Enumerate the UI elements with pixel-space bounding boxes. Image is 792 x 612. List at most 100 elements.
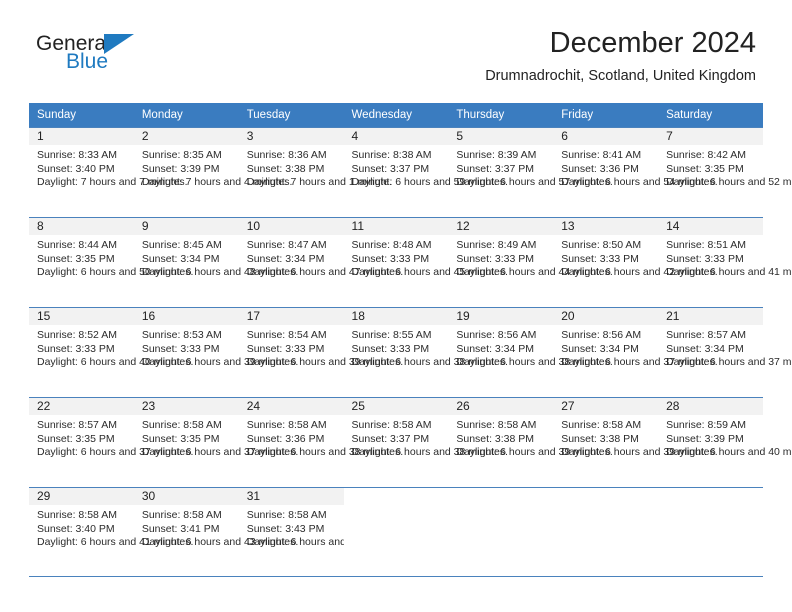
day-number: 15 [29,308,134,325]
calendar-day-cell[interactable]: 14 Sunrise: 8:51 AM Sunset: 3:33 PM Dayligh… [658,217,792,307]
calendar-day-cell[interactable]: 5 Sunrise: 8:39 AM Sunset: 3:37 PM Daylight… [448,127,613,217]
calendar-day-cell[interactable]: 18 Sunrise: 8:55 AM Sunset: 3:33 PM Dayligh… [343,307,508,397]
calendar-day-cell[interactable]: 15 Sunrise: 8:52 AM Sunset: 3:33 PM Dayligh… [29,307,193,397]
sunset-time: Sunset: 3:33 PM [37,342,115,355]
calendar-day-cell[interactable]: 24 Sunrise: 8:58 AM Sunset: 3:36 PM Dayligh… [238,397,403,487]
sunrise-time: Sunrise: 8:56 AM [456,329,537,341]
calendar-day-cell-empty [553,487,659,577]
sunset-time: Sunset: 3:38 PM [561,432,639,445]
day-details: Sunrise: 8:56 AM Sunset: 3:34 PM Daylight:… [448,325,612,370]
calendar-day-cell[interactable]: 23 Sunrise: 8:58 AM Sunset: 3:35 PM Dayligh… [133,397,298,487]
calendar-day-cell[interactable]: 26 Sunrise: 8:58 AM Sunset: 3:38 PM Dayligh… [448,397,613,487]
day-number: 10 [238,218,344,235]
day-details: Sunrise: 8:36 AM Sunset: 3:38 PM Daylight:… [239,145,392,190]
calendar-day-cell[interactable]: 21 Sunrise: 8:57 AM Sunset: 3:34 PM Dayligh… [658,307,792,397]
day-details: Sunrise: 8:58 AM Sunset: 3:41 PM Daylight:… [134,505,298,550]
calendar-day-cell[interactable]: 4 Sunrise: 8:38 AM Sunset: 3:37 PM Daylight… [343,127,508,217]
daylight-duration: Daylight: 6 hours and 41 minutes. [37,536,194,548]
day-number: 20 [553,308,659,325]
day-number: 31 [238,488,344,505]
day-details: Sunrise: 8:55 AM Sunset: 3:33 PM Daylight:… [344,325,508,370]
sunrise-time: Sunrise: 8:58 AM [456,419,537,431]
day-details: Sunrise: 8:58 AM Sunset: 3:40 PM Daylight:… [29,505,194,550]
location-subtitle: Drumnadrochit, Scotland, United Kingdom [485,68,756,84]
day-number: 22 [29,398,134,415]
calendar-day-cell[interactable]: 19 Sunrise: 8:56 AM Sunset: 3:34 PM Dayligh… [448,307,613,397]
sunrise-time: Sunrise: 8:35 AM [141,149,222,161]
day-details: Sunrise: 8:58 AM Sunset: 3:38 PM Daylight:… [553,415,717,460]
calendar-day-cell[interactable]: 7 Sunrise: 8:42 AM Sunset: 3:35 PM Daylight… [658,127,792,217]
general-blue-logo[interactable]: General Blue [36,32,206,80]
calendar-day-cell[interactable]: 20 Sunrise: 8:56 AM Sunset: 3:34 PM Dayligh… [553,307,718,397]
calendar-day-cell[interactable]: 17 Sunrise: 8:54 AM Sunset: 3:33 PM Dayligh… [238,307,404,397]
title-block: December 2024 Drumnadrochit, Scotland, U… [485,26,756,86]
calendar-day-cell[interactable]: 2 Sunrise: 8:35 AM Sunset: 3:39 PM Daylight… [133,127,293,217]
sunset-time: Sunset: 3:38 PM [246,162,325,175]
calendar-day-cell[interactable]: 25 Sunrise: 8:58 AM Sunset: 3:37 PM Dayligh… [343,397,508,487]
daylight-duration: Daylight: 6 hours and 39 minutes. [246,356,404,368]
calendar-day-cell[interactable]: 22 Sunrise: 8:57 AM Sunset: 3:35 PM Dayligh… [29,397,193,487]
daylight-duration: Daylight: 6 hours and 48 minutes. [141,266,299,278]
calendar-day-cell[interactable]: 13 Sunrise: 8:50 AM Sunset: 3:33 PM Dayligh… [553,217,718,307]
calendar-day-cell[interactable]: 28 Sunrise: 8:59 AM Sunset: 3:39 PM Dayligh… [658,397,792,487]
sunrise-time: Sunrise: 8:39 AM [456,149,537,161]
day-details: Sunrise: 8:58 AM Sunset: 3:37 PM Daylight:… [344,415,508,460]
weekday-header-row: Sunday Monday Tuesday Wednesday Thursday Frid… [29,103,763,127]
calendar-day-cell[interactable]: 27 Sunrise: 8:58 AM Sunset: 3:38 PM Dayligh… [553,397,718,487]
calendar-day-cell[interactable]: 9 Sunrise: 8:45 AM Sunset: 3:34 PM Daylight… [133,217,299,307]
day-number [343,488,449,505]
calendar-week-row: 1 Sunrise: 8:33 AM Sunset: 3:40 PM Daylight… [29,127,792,217]
sunset-time: Sunset: 3:43 PM [246,522,325,535]
sunrise-time: Sunrise: 8:53 AM [141,329,222,341]
day-details: Sunrise: 8:53 AM Sunset: 3:33 PM Daylight:… [134,325,299,370]
calendar-day-cell[interactable]: 11 Sunrise: 8:48 AM Sunset: 3:33 PM Dayligh… [343,217,508,307]
calendar-day-cell[interactable]: 16 Sunrise: 8:53 AM Sunset: 3:33 PM Dayligh… [133,307,299,397]
day-number: 8 [29,218,134,235]
sunrise-time: Sunrise: 8:47 AM [246,239,327,251]
sunset-time: Sunset: 3:36 PM [246,432,325,445]
calendar-day-cell[interactable]: 6 Sunrise: 8:41 AM Sunset: 3:36 PM Daylight… [553,127,718,217]
day-number: 11 [343,218,449,235]
sunrise-time: Sunrise: 8:50 AM [561,239,642,251]
day-number: 1 [29,128,134,145]
calendar-week-row: 29 Sunrise: 8:58 AM Sunset: 3:40 PM Dayligh… [29,487,763,577]
day-details: Sunrise: 8:44 AM Sunset: 3:35 PM Daylight:… [29,235,194,280]
sunrise-time: Sunrise: 8:57 AM [37,419,117,431]
day-details: Sunrise: 8:58 AM Sunset: 3:43 PM Daylight:… [239,505,403,550]
sunset-time: Sunset: 3:35 PM [37,252,115,265]
day-number: 27 [553,398,659,415]
day-details: Sunrise: 8:52 AM Sunset: 3:33 PM Daylight:… [29,325,193,370]
daylight-duration: Daylight: 6 hours and 39 minutes. [141,356,299,368]
day-number: 4 [343,128,449,145]
sunrise-time: Sunrise: 8:58 AM [37,509,117,521]
sunset-time: Sunset: 3:35 PM [666,162,744,175]
daylight-duration: Daylight: 7 hours and 4 minutes. [141,176,293,188]
day-number: 28 [658,398,763,415]
daylight-duration: Daylight: 6 hours and 52 minutes. [666,176,792,188]
sunset-time: Sunset: 3:35 PM [37,432,115,445]
calendar-day-cell[interactable]: 31 Sunrise: 8:58 AM Sunset: 3:43 PM Dayligh… [238,487,403,577]
sunset-time: Sunset: 3:34 PM [561,342,639,355]
day-details: Sunrise: 8:58 AM Sunset: 3:35 PM Daylight:… [134,415,298,460]
day-number: 26 [448,398,554,415]
calendar-day-cell[interactable]: 3 Sunrise: 8:36 AM Sunset: 3:38 PM Daylight… [238,127,392,217]
sunset-time: Sunset: 3:34 PM [456,342,535,355]
calendar-day-cell[interactable]: 29 Sunrise: 8:58 AM Sunset: 3:40 PM Dayligh… [29,487,194,577]
sunset-time: Sunset: 3:39 PM [666,432,744,445]
calendar-day-cell[interactable]: 10 Sunrise: 8:47 AM Sunset: 3:34 PM Dayligh… [238,217,403,307]
daylight-duration: Daylight: 6 hours and 44 minutes. [456,266,613,278]
daylight-duration: Daylight: 6 hours and 50 minutes. [37,266,194,278]
day-number: 23 [133,398,239,415]
sunset-time: Sunset: 3:37 PM [456,162,535,175]
calendar-day-cell[interactable]: 30 Sunrise: 8:58 AM Sunset: 3:41 PM Dayligh… [133,487,298,577]
day-details: Sunrise: 8:39 AM Sunset: 3:37 PM Daylight:… [448,145,612,190]
weekday-header-monday: Monday [133,103,239,127]
sunrise-time: Sunrise: 8:49 AM [456,239,537,251]
day-details: Sunrise: 8:51 AM Sunset: 3:33 PM Daylight:… [658,235,792,280]
calendar-day-cell[interactable]: 1 Sunrise: 8:33 AM Sunset: 3:40 PM Daylight… [29,127,188,217]
calendar-day-cell-empty [343,487,449,577]
calendar-day-cell[interactable]: 8 Sunrise: 8:44 AM Sunset: 3:35 PM Daylight… [29,217,194,307]
day-number: 29 [29,488,134,505]
sunrise-time: Sunrise: 8:36 AM [246,149,327,161]
calendar-day-cell[interactable]: 12 Sunrise: 8:49 AM Sunset: 3:33 PM Dayligh… [448,217,613,307]
